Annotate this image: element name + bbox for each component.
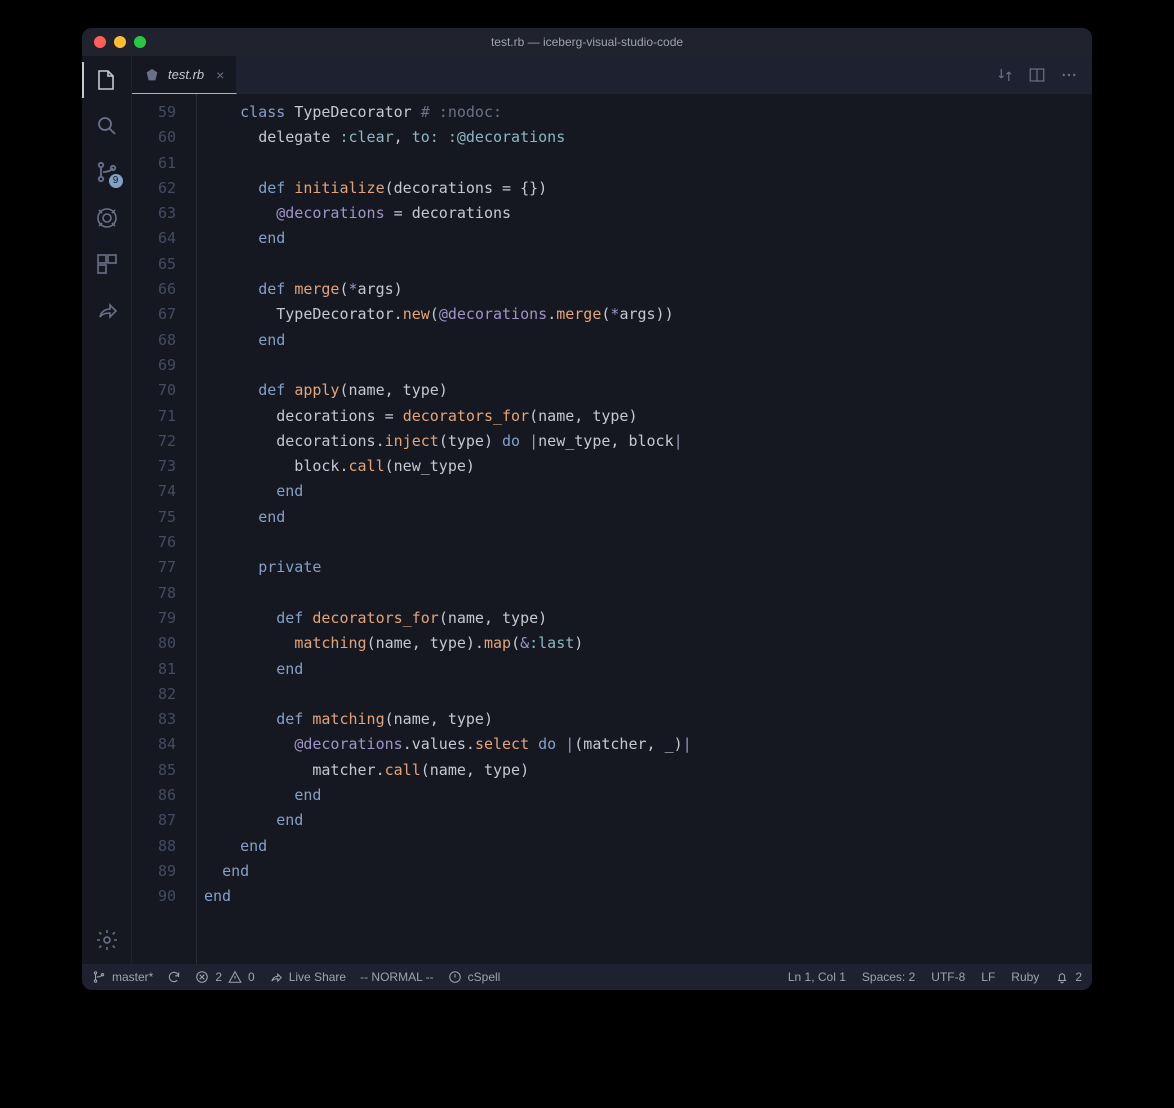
- activity-bar: 9: [82, 56, 132, 964]
- language-mode-status[interactable]: Ruby: [1011, 970, 1039, 984]
- status-bar: master* 2 0 Live Share -- NORMAL -- cSpe…: [82, 964, 1092, 990]
- bell-icon: [1055, 970, 1069, 984]
- tab-bar: test.rb ×: [132, 56, 1092, 94]
- cursor-position-status[interactable]: Ln 1, Col 1: [788, 970, 846, 984]
- titlebar[interactable]: test.rb — iceberg-visual-studio-code: [82, 28, 1092, 56]
- explorer-icon[interactable]: [93, 66, 121, 94]
- ruby-file-icon: [144, 67, 160, 83]
- compare-changes-icon[interactable]: [996, 66, 1014, 84]
- indentation-status[interactable]: Spaces: 2: [862, 970, 915, 984]
- scm-badge: 9: [109, 174, 123, 188]
- more-actions-icon[interactable]: [1060, 66, 1078, 84]
- tab-label: test.rb: [168, 67, 204, 82]
- liveshare-status[interactable]: Live Share: [269, 970, 346, 984]
- git-branch-status[interactable]: master*: [92, 970, 153, 984]
- source-control-icon[interactable]: 9: [93, 158, 121, 186]
- vim-mode-status: -- NORMAL --: [360, 970, 434, 984]
- problems-status[interactable]: 2 0: [195, 970, 254, 984]
- sync-icon[interactable]: [167, 970, 181, 984]
- cspell-status[interactable]: cSpell: [448, 970, 501, 984]
- window-title: test.rb — iceberg-visual-studio-code: [82, 35, 1092, 49]
- settings-gear-icon[interactable]: [93, 926, 121, 954]
- encoding-status[interactable]: UTF-8: [931, 970, 965, 984]
- tab-close-icon[interactable]: ×: [216, 67, 224, 83]
- extensions-icon[interactable]: [93, 250, 121, 278]
- debug-icon[interactable]: [93, 204, 121, 232]
- search-icon[interactable]: [93, 112, 121, 140]
- tab-test-rb[interactable]: test.rb ×: [132, 56, 237, 94]
- warning-icon: [228, 970, 242, 984]
- eol-status[interactable]: LF: [981, 970, 995, 984]
- vscode-window: test.rb — iceberg-visual-studio-code 9: [82, 28, 1092, 990]
- code-editor[interactable]: 5960616263646566676869707172737475767778…: [132, 94, 1092, 964]
- code-content[interactable]: class TypeDecorator # :nodoc: delegate :…: [196, 100, 1092, 910]
- editor-group: test.rb × 596061626364656667686970717273…: [132, 56, 1092, 964]
- notifications-status[interactable]: 2: [1055, 970, 1082, 984]
- editor-actions: [982, 56, 1092, 94]
- error-icon: [195, 970, 209, 984]
- liveshare-icon[interactable]: [93, 296, 121, 324]
- line-number-gutter: 5960616263646566676869707172737475767778…: [132, 94, 196, 964]
- split-editor-icon[interactable]: [1028, 66, 1046, 84]
